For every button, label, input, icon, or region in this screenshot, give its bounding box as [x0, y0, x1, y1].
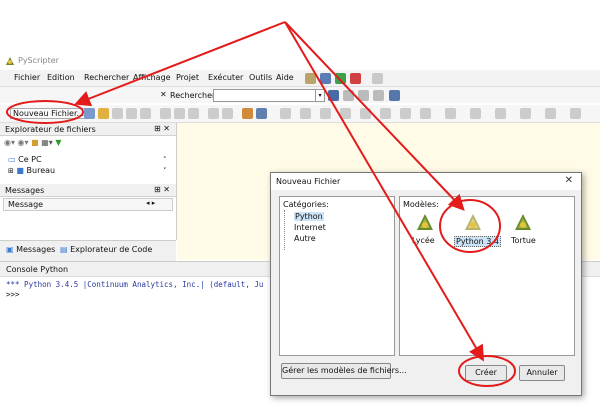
annotation-circle-new-file	[6, 100, 84, 124]
annotation-arrow	[284, 21, 465, 211]
annotation-circle-create	[458, 355, 516, 387]
annotation-arrow	[284, 21, 485, 362]
red-annotation-overlay	[6, 21, 516, 387]
annotation-arrow	[74, 21, 286, 107]
annotation-circle-python	[439, 199, 501, 253]
